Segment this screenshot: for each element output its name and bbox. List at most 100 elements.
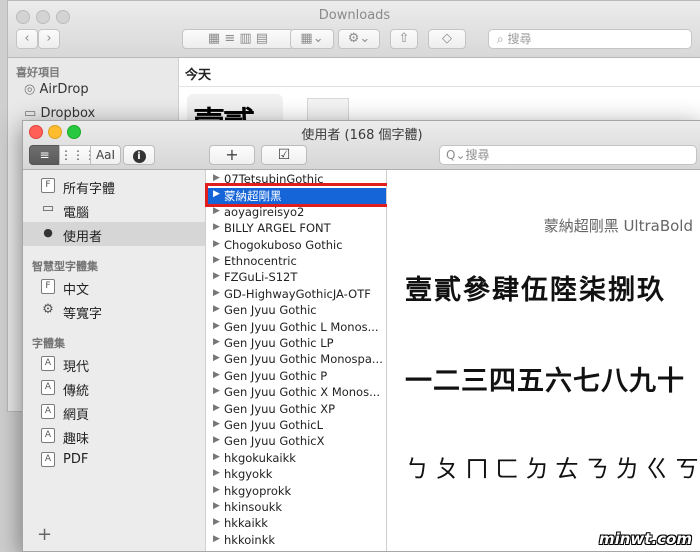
forward-button[interactable]: ›	[38, 29, 60, 49]
share-button[interactable]: ⇧	[390, 29, 418, 49]
font-list-row[interactable]: ▶ Chogokuboso Gothic	[206, 238, 386, 254]
tag-button[interactable]: ◇	[428, 29, 466, 49]
disclosure-triangle-icon[interactable]: ▶	[213, 517, 220, 527]
font-family-name: Chogokuboso Gothic	[224, 237, 343, 252]
disclosure-triangle-icon[interactable]: ▶	[213, 501, 220, 511]
finder-toolbar: Downloads ‹ › ▦ ≡ ▥ ▤ ▦⌄ ⚙⌄ ⇧ ◇ ⌕ 搜尋	[8, 1, 700, 58]
disclosure-triangle-icon[interactable]: ▶	[213, 288, 220, 298]
font-list-row[interactable]: ▶ Gen Jyuu Gothic LP	[206, 336, 386, 352]
disclosure-triangle-icon[interactable]: ▶	[213, 370, 220, 380]
list-icon: ≡	[39, 148, 50, 162]
font-list-row[interactable]: ▶ BILLY ARGEL FONT	[206, 221, 386, 237]
disclosure-triangle-icon[interactable]: ▶	[213, 403, 220, 413]
checkbox-icon: ☑	[277, 147, 291, 163]
sidebar-item-monospace[interactable]: ⚙ 等寬字	[23, 299, 205, 323]
sidebar-item-chinese[interactable]: F 中文	[23, 275, 205, 299]
disclosure-triangle-icon[interactable]: ▶	[213, 419, 220, 429]
font-list-row[interactable]: ▶ hkinsoukk	[206, 500, 386, 516]
finder-title: Downloads	[318, 8, 391, 23]
sidebar-item-modern[interactable]: A 現代	[23, 352, 205, 376]
font-list-row[interactable]: ▶ Ethnocentric	[206, 254, 386, 270]
finder-section-header: 今天	[185, 68, 212, 83]
disclosure-triangle-icon[interactable]: ▶	[213, 534, 220, 544]
gear-icon: ⚙	[42, 302, 54, 317]
font-list-row[interactable]: ▶ hkgokukaikk	[206, 451, 386, 467]
font-list-row[interactable]: ▶ aoyagireisyo2	[206, 205, 386, 221]
validate-font-button[interactable]: ☑	[261, 145, 307, 165]
font-list-row[interactable]: ▶ Gen Jyuu Gothic	[206, 303, 386, 319]
info-icon: i	[132, 150, 146, 163]
font-list-row[interactable]: ▶ hkkoinkk	[206, 533, 386, 549]
font-list-row[interactable]: ▶ Gen Jyuu Gothic X Monos...	[206, 385, 386, 401]
finder-search-field[interactable]: ⌕ 搜尋	[488, 29, 692, 49]
disclosure-triangle-icon[interactable]: ▶	[213, 485, 220, 495]
font-list-row[interactable]: ▶ Gen Jyuu Gothic L Monos...	[206, 320, 386, 336]
folder-icon: ▭	[24, 106, 37, 121]
preview-sample-line: ㄅㄆㄇㄈㄉㄊㄋㄌㄍㄎ	[405, 455, 700, 483]
disclosure-triangle-icon[interactable]: ▶	[213, 337, 220, 347]
font-list: ▶ 07TetsubinGothic ▶ 蒙納超剛黑 ▶ aoyagireisyo2 ▶ BI…	[206, 170, 387, 551]
info-button[interactable]: i	[123, 145, 155, 165]
collection-icon: A	[41, 428, 55, 443]
fontbook-window: 使用者 (168 個字體) ≡ ⋮⋮⋮ AaI i + ☑ Q⌄搜尋 F 所有字…	[22, 120, 700, 552]
finder-sidebar-item-dropbox[interactable]: ▭ Dropbox	[24, 106, 95, 121]
list-view-button[interactable]: ≡	[29, 145, 60, 165]
font-family-name: FZGuLi-S12T	[224, 270, 298, 285]
sidebar-item-traditional[interactable]: A 傳統	[23, 376, 205, 400]
font-family-name: BILLY ARGEL FONT	[224, 221, 331, 236]
font-list-row[interactable]: ▶ Gen Jyuu GothicL	[206, 418, 386, 434]
disclosure-triangle-icon[interactable]: ▶	[213, 206, 220, 216]
font-list-row[interactable]: ▶ Gen Jyuu Gothic XP	[206, 402, 386, 418]
font-list-row[interactable]: ▶ hkgyoprokk	[206, 484, 386, 500]
disclosure-triangle-icon[interactable]: ▶	[213, 353, 220, 363]
preview-sample-line: 壹貳參肆伍陸柒捌玖	[405, 275, 666, 306]
disclosure-triangle-icon[interactable]: ▶	[213, 255, 220, 265]
font-family-name: Gen Jyuu GothicL	[224, 418, 324, 432]
finder-sidebar-item-airdrop[interactable]: ◎ AirDrop	[24, 82, 89, 97]
collections-sidebar: F 所有字體 ▭ 電腦 ● 使用者 智慧型字體集 F 中文 ⚙ 等寬字 字體集 …	[23, 170, 206, 551]
preview-sample-line: 一二三四五六七八九十	[405, 366, 685, 397]
font-preview: 蒙納超剛黑 UltraBold 壹貳參肆伍陸柒捌玖 一二三四五六七八九十 ㄅㄆㄇ…	[387, 170, 700, 551]
font-list-row[interactable]: ▶ FZGuLi-S12T	[206, 270, 386, 286]
group-button[interactable]: ▦⌄	[290, 29, 334, 49]
font-family-name: hkgyoprokk	[224, 483, 292, 498]
disclosure-triangle-icon[interactable]: ▶	[213, 222, 220, 232]
search-icon: ⌕	[497, 32, 508, 46]
disclosure-triangle-icon[interactable]: ▶	[213, 304, 220, 314]
disclosure-triangle-icon[interactable]: ▶	[213, 435, 220, 445]
action-button[interactable]: ⚙⌄	[338, 29, 380, 49]
font-list-row[interactable]: ▶ Gen Jyuu GothicX	[206, 434, 386, 450]
sidebar-item-pdf[interactable]: A PDF	[23, 448, 205, 472]
font-search-field[interactable]: Q⌄搜尋	[439, 145, 697, 165]
sidebar-item-fun[interactable]: A 趣味	[23, 424, 205, 448]
font-family-name: hkgyokk	[224, 467, 273, 482]
sidebar-item-computer[interactable]: ▭ 電腦	[23, 198, 205, 222]
collection-icon: A	[41, 404, 55, 419]
grid-view-button[interactable]: ⋮⋮⋮	[59, 145, 96, 165]
user-icon: ●	[43, 226, 53, 239]
fontbook-toolbar: 使用者 (168 個字體) ≡ ⋮⋮⋮ AaI i + ☑ Q⌄搜尋	[23, 121, 700, 170]
sidebar-item-web[interactable]: A 網頁	[23, 400, 205, 424]
add-collection-button[interactable]: +	[37, 524, 52, 545]
disclosure-triangle-icon[interactable]: ▶	[213, 321, 220, 331]
divider	[179, 86, 700, 87]
view-mode-segment[interactable]: ▦ ≡ ▥ ▤	[182, 29, 294, 49]
sidebar-item-user[interactable]: ● 使用者	[23, 222, 205, 246]
disclosure-triangle-icon[interactable]: ▶	[213, 468, 220, 478]
disclosure-triangle-icon[interactable]: ▶	[213, 173, 220, 183]
add-font-button[interactable]: +	[209, 145, 255, 165]
font-list-row[interactable]: ▶ GD-HighwayGothicJA-OTF	[206, 287, 386, 303]
preview-font-name: 蒙納超剛黑 UltraBold	[543, 217, 693, 235]
disclosure-triangle-icon[interactable]: ▶	[213, 452, 220, 462]
font-list-row[interactable]: ▶ hkgyokk	[206, 467, 386, 483]
font-list-row[interactable]: ▶ hkkaikk	[206, 516, 386, 532]
sample-view-button[interactable]: AaI	[90, 145, 121, 165]
disclosure-triangle-icon[interactable]: ▶	[213, 386, 220, 396]
font-list-row[interactable]: ▶ Gen Jyuu Gothic P	[206, 369, 386, 385]
disclosure-triangle-icon[interactable]: ▶	[213, 239, 220, 249]
font-list-row[interactable]: ▶ Gen Jyuu Gothic Monospa...	[206, 352, 386, 368]
sidebar-item-all-fonts[interactable]: F 所有字體	[23, 174, 205, 198]
back-button[interactable]: ‹	[16, 29, 38, 49]
font-family-name: Ethnocentric	[224, 254, 297, 268]
disclosure-triangle-icon[interactable]: ▶	[213, 271, 220, 281]
